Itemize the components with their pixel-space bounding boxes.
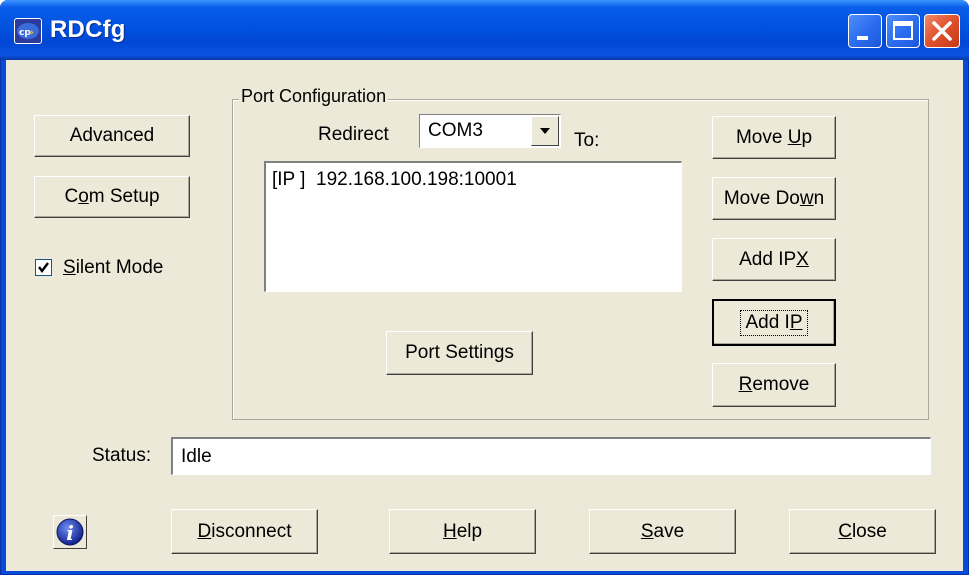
- help-button[interactable]: Help: [389, 509, 536, 554]
- to-label: To:: [574, 130, 600, 151]
- remove-label: Remove: [738, 374, 810, 395]
- close-button[interactable]: Close: [789, 509, 936, 554]
- port-configuration-label: Port Configuration: [239, 86, 389, 107]
- list-item[interactable]: [IP ] 192.168.100.198:10001: [272, 169, 517, 191]
- move-down-button[interactable]: Move Down: [712, 177, 836, 220]
- close-icon: [932, 21, 952, 41]
- move-down-label: Move Down: [723, 187, 825, 209]
- app-window: cp » RDCfg Advanced Com Setup Silent Mod…: [0, 0, 969, 575]
- status-value: Idle: [181, 446, 212, 467]
- port-settings-label: Port Settings: [405, 342, 514, 363]
- add-ipx-button[interactable]: Add IPX: [712, 238, 836, 281]
- close-window-button[interactable]: [924, 14, 960, 48]
- info-icon: i: [56, 518, 84, 546]
- com-setup-button[interactable]: Com Setup: [34, 176, 190, 218]
- port-settings-button[interactable]: Port Settings: [386, 331, 533, 375]
- maximize-icon: [893, 21, 913, 40]
- help-label: Help: [442, 520, 483, 542]
- remove-button[interactable]: Remove: [712, 363, 836, 407]
- title-bar[interactable]: cp » RDCfg: [0, 0, 969, 60]
- add-ip-button[interactable]: Add IP: [712, 299, 836, 346]
- add-ip-label: Add IP: [740, 309, 808, 336]
- maximize-button[interactable]: [886, 14, 920, 48]
- save-label: Save: [640, 520, 685, 542]
- add-ipx-label: Add IPX: [739, 248, 809, 270]
- info-button[interactable]: i: [53, 515, 87, 549]
- com-setup-label: Com Setup: [64, 186, 160, 207]
- save-button[interactable]: Save: [589, 509, 736, 554]
- move-up-button[interactable]: Move Up: [712, 116, 836, 159]
- status-field: Idle: [171, 437, 931, 475]
- check-icon: [38, 262, 49, 273]
- close-label: Close: [838, 520, 887, 542]
- port-select-dropdown-button[interactable]: [531, 116, 559, 146]
- svg-text:»: »: [28, 28, 34, 38]
- status-label: Status:: [92, 445, 152, 466]
- svg-text:i: i: [66, 521, 74, 545]
- move-up-label: Move Up: [735, 126, 813, 148]
- rdcfg-app-icon: cp »: [14, 18, 42, 44]
- dialog-client-area: Advanced Com Setup Silent Mode Port Conf…: [6, 60, 963, 571]
- redirect-target-list[interactable]: [IP ] 192.168.100.198:10001: [264, 161, 682, 292]
- window-title: RDCfg: [50, 16, 126, 43]
- disconnect-button[interactable]: Disconnect: [171, 509, 318, 554]
- minimize-button[interactable]: [848, 14, 882, 48]
- redirect-label: Redirect: [318, 124, 389, 145]
- minimize-icon: [857, 36, 868, 40]
- chevron-down-icon: [540, 128, 550, 134]
- advanced-label: Advanced: [69, 125, 155, 146]
- port-select[interactable]: COM3: [419, 114, 561, 148]
- port-select-value: COM3: [428, 120, 483, 141]
- silent-mode-label[interactable]: Silent Mode: [63, 257, 163, 279]
- advanced-button[interactable]: Advanced: [34, 115, 190, 157]
- silent-mode-checkbox[interactable]: [35, 259, 52, 276]
- disconnect-label: Disconnect: [197, 520, 292, 542]
